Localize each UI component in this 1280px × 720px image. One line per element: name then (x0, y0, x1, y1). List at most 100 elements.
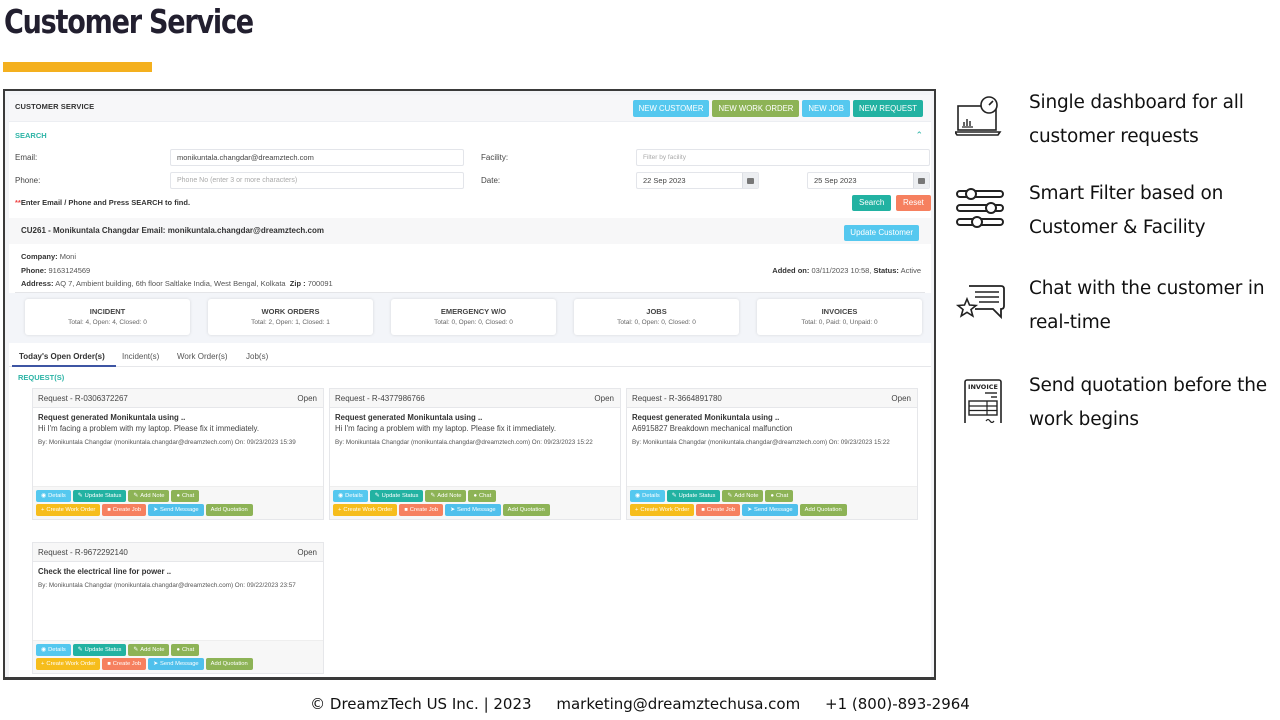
action-label: Details (48, 493, 66, 499)
pencil-icon: ✎ (77, 647, 83, 653)
request-id[interactable]: Request - R-0306372267 (38, 394, 128, 403)
plus-icon: + (635, 507, 639, 513)
calendar-icon[interactable] (913, 173, 929, 188)
request-card-body: Check the electrical line for power .. B… (33, 562, 323, 640)
create-work-order-button[interactable]: + Create Work Order (36, 658, 101, 670)
new-work-order-button[interactable]: NEW WORK ORDER (712, 100, 800, 117)
tab-incidents[interactable]: Incident(s) (122, 352, 159, 361)
stat-card-incident[interactable]: INCIDENT Total: 4, Open: 4, Closed: 0 (25, 299, 190, 335)
add-quotation-button[interactable]: Add Quotation (502, 504, 550, 516)
action-label: Chat (775, 493, 789, 499)
request-actions: ◉ Details ✎ Update Status ✎ Add Note ● Chat + Cr… (33, 486, 323, 519)
request-status: Open (891, 394, 911, 403)
add-note-button[interactable]: ✎ Add Note (425, 490, 467, 502)
date-from-field[interactable]: 22 Sep 2023 (636, 172, 759, 189)
send-icon: ➤ (153, 661, 158, 667)
send-message-button[interactable]: ➤ Send Message (742, 504, 798, 516)
active-tab-indicator (12, 365, 116, 367)
add-note-button[interactable]: ✎ Add Note (722, 490, 764, 502)
create-work-order-button[interactable]: + Create Work Order (333, 504, 398, 516)
add-quotation-button[interactable]: Add Quotation (205, 658, 253, 670)
stat-card-invoices[interactable]: INVOICES Total: 0, Paid: 0, Unpaid: 0 (757, 299, 922, 335)
create-job-button[interactable]: ■ Create Job (399, 504, 444, 516)
add-note-button[interactable]: ✎ Add Note (128, 644, 170, 656)
create-job-button[interactable]: ■ Create Job (102, 658, 147, 670)
stat-summary: Total: 0, Paid: 0, Unpaid: 0 (801, 319, 878, 326)
update-status-button[interactable]: ✎ Update Status (72, 644, 127, 656)
search-hint: **Enter Email / Phone and Press SEARCH t… (15, 198, 190, 207)
update-status-button[interactable]: ✎ Update Status (72, 490, 127, 502)
chat-button[interactable]: ● Chat (171, 490, 200, 502)
feature-line: work begins (1029, 409, 1139, 430)
details-button[interactable]: ◉ Details (333, 490, 368, 502)
tab-todays-open-orders[interactable]: Today's Open Order(s) (19, 352, 105, 361)
action-row: ◉ Details ✎ Update Status ✎ Add Note ● Chat (36, 490, 323, 502)
reset-button[interactable]: Reset (896, 195, 931, 211)
customer-phone: Phone: 9163124569 (21, 266, 90, 275)
zip-label: Zip : (289, 279, 306, 288)
collapse-chevron-up-icon[interactable]: ⌃ (915, 130, 923, 141)
chat-button[interactable]: ● Chat (765, 490, 794, 502)
request-status: Open (594, 394, 614, 403)
chat-button[interactable]: ● Chat (171, 644, 200, 656)
chat-bubble-icon: ● (473, 493, 477, 499)
filter-sliders-icon (956, 188, 1004, 228)
stat-card-work-orders[interactable]: WORK ORDERS Total: 2, Open: 1, Closed: 1 (208, 299, 373, 335)
create-work-order-button[interactable]: + Create Work Order (36, 504, 101, 516)
request-subject: Request generated Monikuntala using .. (335, 413, 483, 422)
add-note-button[interactable]: ✎ Add Note (128, 490, 170, 502)
details-button[interactable]: ◉ Details (36, 490, 71, 502)
tab-jobs[interactable]: Job(s) (246, 352, 268, 361)
update-customer-button[interactable]: Update Customer (844, 225, 919, 241)
details-button[interactable]: ◉ Details (36, 644, 71, 656)
facility-label: Facility: (481, 153, 509, 162)
request-id[interactable]: Request - R-3664891780 (632, 394, 722, 403)
add-quotation-button[interactable]: Add Quotation (205, 504, 253, 516)
title-accent-bar (3, 62, 152, 72)
new-request-button[interactable]: NEW REQUEST (852, 100, 923, 117)
action-label: Add Quotation (210, 661, 248, 667)
action-label: Add Quotation (804, 507, 842, 513)
date-to-field[interactable]: 25 Sep 2023 (807, 172, 930, 189)
address-value: AQ 7, Ambient building, 6th floor Saltla… (55, 279, 286, 288)
send-message-button[interactable]: ➤ Send Message (148, 658, 204, 670)
email-field[interactable]: monikuntala.changdar@dreamztech.com (170, 149, 464, 166)
calendar-icon[interactable] (742, 173, 758, 188)
request-id[interactable]: Request - R-9672292140 (38, 548, 128, 557)
update-status-button[interactable]: ✎ Update Status (666, 490, 721, 502)
plus-icon: + (41, 507, 45, 513)
create-job-button[interactable]: ■ Create Job (102, 504, 147, 516)
footer-email[interactable]: marketing@dreamztechusa.com (556, 695, 800, 713)
send-message-button[interactable]: ➤ Send Message (148, 504, 204, 516)
action-label: Add Note (140, 493, 165, 499)
request-meta: By: Monikuntala Changdar (monikuntala.ch… (632, 439, 890, 446)
create-job-button[interactable]: ■ Create Job (696, 504, 741, 516)
footer-phone[interactable]: +1 (800)-893-2964 (825, 695, 970, 713)
new-job-button[interactable]: NEW JOB (802, 100, 850, 117)
request-card-header: Request - R-3664891780 Open (627, 389, 917, 408)
update-status-button[interactable]: ✎ Update Status (369, 490, 424, 502)
create-work-order-button[interactable]: + Create Work Order (630, 504, 695, 516)
details-button[interactable]: ◉ Details (630, 490, 665, 502)
action-label: Add Note (437, 493, 462, 499)
stat-card-jobs[interactable]: JOBS Total: 0, Open: 0, Closed: 0 (574, 299, 739, 335)
phone-field[interactable]: Phone No (enter 3 or more characters) (170, 172, 464, 189)
stat-title: INVOICES (821, 307, 858, 316)
chat-button[interactable]: ● Chat (468, 490, 497, 502)
request-card: Request - R-4377986766 Open Request gene… (329, 388, 621, 520)
tab-work-orders[interactable]: Work Order(s) (177, 352, 228, 361)
search-button[interactable]: Search (852, 195, 892, 211)
request-card: Request - R-0306372267 Open Request gene… (32, 388, 324, 520)
action-label: Create Job (706, 507, 736, 513)
add-quotation-button[interactable]: Add Quotation (799, 504, 847, 516)
action-label: Add Quotation (210, 507, 248, 513)
send-message-button[interactable]: ➤ Send Message (445, 504, 501, 516)
request-meta: By: Monikuntala Changdar (monikuntala.ch… (38, 439, 296, 446)
stat-summary: Total: 0, Open: 0, Closed: 0 (617, 319, 696, 326)
new-customer-button[interactable]: NEW CUSTOMER (632, 100, 710, 117)
stat-card-emergency-wo[interactable]: EMERGENCY W/O Total: 0, Open: 0, Closed:… (391, 299, 556, 335)
facility-filter-field[interactable]: Filter by facility (636, 149, 930, 166)
action-label: Send Message (159, 661, 199, 667)
summary-stats: INCIDENT Total: 4, Open: 4, Closed: 0 WO… (9, 293, 931, 343)
request-id[interactable]: Request - R-4377986766 (335, 394, 425, 403)
